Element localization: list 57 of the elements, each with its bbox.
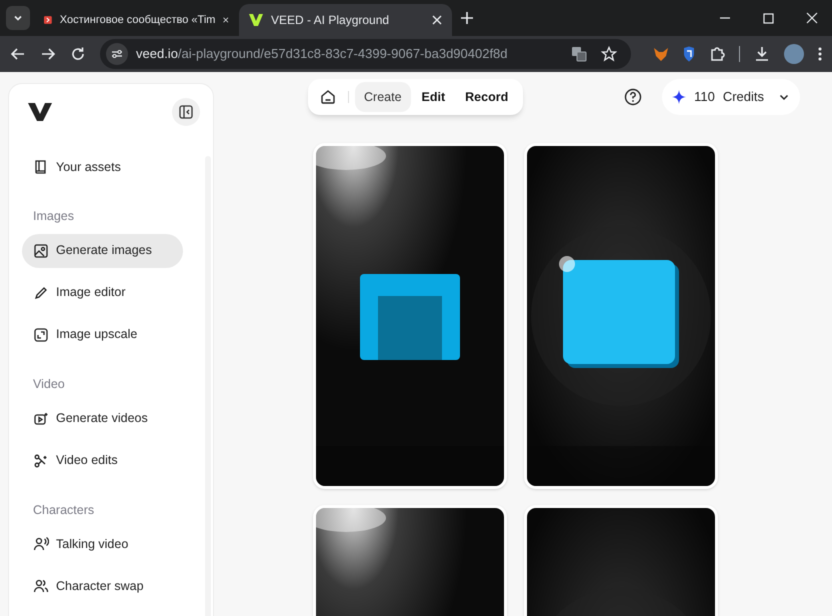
video-icon [33, 410, 49, 426]
sidebar-item[interactable]: Your assets [22, 150, 183, 184]
collapse-sidebar-button[interactable] [172, 98, 200, 126]
download-icon[interactable] [754, 46, 770, 62]
sparkle-icon [672, 90, 686, 104]
browser-tab[interactable]: VEED - AI Playground [239, 4, 452, 36]
home-icon[interactable] [320, 89, 336, 105]
address-bar[interactable]: veed.io/ai-playground/e57d31c8-83c7-4399-9067-ba3d90402f8d [100, 39, 631, 69]
chevron-down-icon [13, 13, 23, 23]
forward-icon[interactable] [40, 46, 56, 62]
menu-icon[interactable] [818, 46, 822, 62]
mode-tab[interactable]: Record [456, 82, 518, 112]
favicon-icon [44, 13, 52, 27]
shield-icon[interactable] [683, 46, 695, 62]
mode-tab[interactable]: Create [355, 82, 411, 112]
pencil-icon [33, 284, 49, 301]
star-icon[interactable] [601, 46, 617, 62]
section-heading: Images [32, 208, 75, 225]
section-heading: Characters [32, 502, 96, 518]
sidebar-item[interactable]: Generate images [22, 234, 183, 268]
expand-icon [33, 326, 49, 343]
sidebar-item[interactable]: Generate videos [22, 402, 183, 436]
logo-icon [28, 103, 52, 121]
maximize-icon[interactable] [763, 12, 774, 24]
translate-icon[interactable] [571, 46, 587, 62]
fox-icon[interactable] [653, 46, 669, 62]
section-heading: Video [32, 376, 66, 393]
tune-icon [111, 49, 123, 59]
extensions-icon[interactable] [709, 46, 725, 62]
sidebar-item[interactable]: Talking video [22, 527, 183, 562]
tab-title: Хостинговое сообщество «Tim [60, 12, 216, 28]
plus-icon [460, 11, 474, 25]
browser-tab[interactable]: Хостинговое сообщество «Tim [34, 4, 239, 36]
people-icon [33, 578, 49, 594]
close-icon[interactable] [432, 15, 442, 25]
help-icon[interactable] [624, 88, 642, 106]
sidebar-item[interactable]: Image editor [22, 276, 183, 310]
sidebar-item[interactable]: Video edits [22, 444, 183, 478]
close-icon[interactable] [806, 12, 818, 24]
tab-search-button[interactable] [6, 6, 30, 30]
image-icon [33, 242, 49, 259]
sidebar-item[interactable]: Image upscale [22, 318, 183, 352]
profile-avatar[interactable] [784, 44, 804, 64]
tab-title: VEED - AI Playground [271, 12, 390, 29]
url-text: veed.io/ai-playground/e57d31c8-83c7-4399-9067-ba3d90402f8d [136, 45, 509, 64]
scissors-icon [33, 452, 49, 468]
sidebar-item[interactable]: Character swap [22, 569, 183, 604]
site-info-button[interactable] [106, 43, 128, 65]
back-icon[interactable] [10, 46, 26, 62]
credits-button[interactable]: 110 Credits [662, 79, 800, 115]
sidebar-collapse-icon [179, 105, 193, 119]
mode-tab[interactable]: Edit [412, 82, 454, 112]
person-speaking-icon [33, 536, 49, 552]
favicon-icon [249, 14, 263, 26]
close-icon[interactable] [223, 15, 229, 25]
new-tab-button[interactable] [460, 11, 474, 25]
reload-icon[interactable] [70, 46, 86, 62]
